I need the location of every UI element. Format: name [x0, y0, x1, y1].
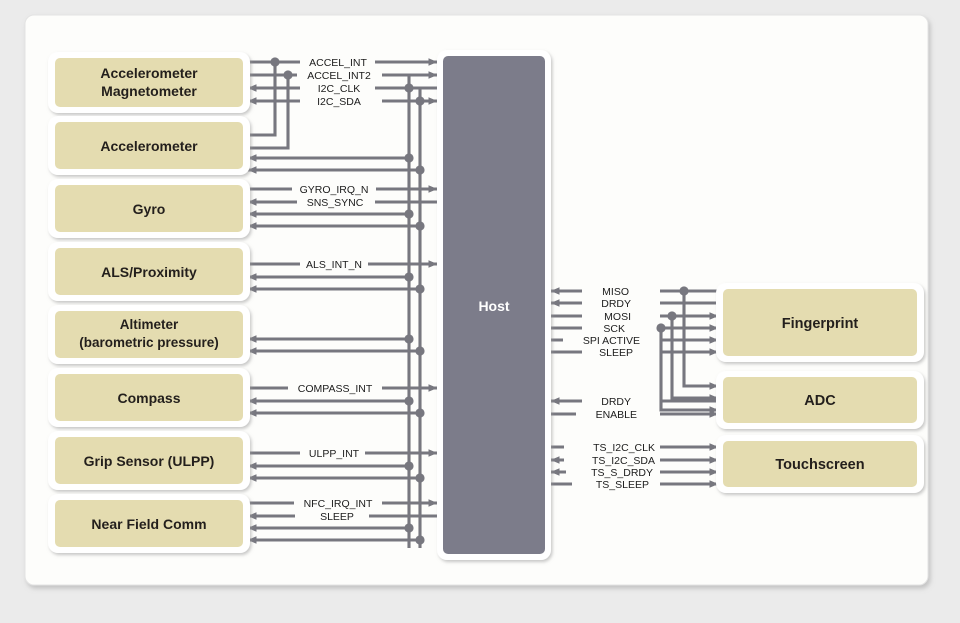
block-altimeter[interactable]: Altimeter (barometric pressure) — [48, 305, 250, 364]
block-label: Near Field Comm — [91, 516, 206, 532]
block-label: Accelerometer — [100, 138, 198, 154]
block-als-proximity[interactable]: ALS/Proximity — [48, 242, 250, 301]
block-host[interactable]: Host — [437, 50, 551, 560]
host-label: Host — [478, 298, 509, 314]
signal-label-nfc-irq-int: NFC_IRQ_INT — [304, 498, 373, 510]
signal-label-gyro-irq-n: GYRO_IRQ_N — [300, 184, 369, 196]
block-grip-sensor-ulpp[interactable]: Grip Sensor (ULPP) — [48, 431, 250, 490]
signal-label-spi-sleep: SLEEP — [599, 347, 633, 359]
block-adc[interactable]: ADC — [716, 371, 924, 429]
block-diagram: ACCEL_INT ACCEL_INT2 I2C_CLK I2C_SDA GYR… — [0, 0, 960, 623]
signal-label-ts-i2c-sda: TS_I2C_SDA — [592, 455, 655, 467]
signal-label-accel-int2: ACCEL_INT2 — [307, 70, 371, 82]
signal-label-ts-i2c-clk: TS_I2C_CLK — [593, 442, 655, 454]
block-label-line1: Altimeter — [120, 317, 179, 332]
signal-label-i2c-sda: I2C_SDA — [317, 96, 361, 108]
block-label: Compass — [117, 390, 180, 406]
signal-label-ts-s-drdy: TS_S_DRDY — [591, 467, 653, 479]
block-label-line1: Accelerometer — [100, 65, 198, 81]
right-block-column: Fingerprint ADC Touchscreen — [716, 283, 924, 493]
signal-label-sck: SCK — [603, 323, 625, 335]
block-label: Grip Sensor (ULPP) — [84, 453, 215, 469]
signal-label-accel-int: ACCEL_INT — [309, 57, 367, 69]
signal-label-ts-sleep: TS_SLEEP — [596, 479, 649, 491]
block-accelerometer-magnetometer[interactable]: Accelerometer Magnetometer — [48, 52, 250, 113]
block-touchscreen[interactable]: Touchscreen — [716, 435, 924, 493]
block-compass[interactable]: Compass — [48, 368, 250, 427]
signal-label-miso: MISO — [602, 286, 629, 298]
signal-label-als-int-n: ALS_INT_N — [306, 259, 362, 271]
block-gyro[interactable]: Gyro — [48, 179, 250, 238]
signal-label-mosi: MOSI — [604, 311, 631, 323]
signal-label-drdy: DRDY — [601, 298, 631, 310]
block-label: ADC — [804, 393, 836, 409]
block-label: Gyro — [133, 201, 166, 217]
signal-label-i2c-clk: I2C_CLK — [318, 83, 361, 95]
block-accelerometer[interactable]: Accelerometer — [48, 116, 250, 175]
diagram-canvas: ACCEL_INT ACCEL_INT2 I2C_CLK I2C_SDA GYR… — [0, 0, 960, 623]
signal-label-ulpp-int: ULPP_INT — [309, 448, 360, 460]
block-near-field-comm[interactable]: Near Field Comm — [48, 494, 250, 553]
signal-label-adc-drdy: DRDY — [601, 396, 631, 408]
signal-label-compass-int: COMPASS_INT — [298, 383, 373, 395]
block-label-line2: (barometric pressure) — [79, 335, 219, 350]
signal-label-adc-enable: ENABLE — [596, 409, 637, 421]
block-label: ALS/Proximity — [101, 264, 197, 280]
block-label: Fingerprint — [782, 316, 859, 332]
block-label: Touchscreen — [775, 457, 864, 473]
block-fingerprint[interactable]: Fingerprint — [716, 283, 924, 362]
signal-label-spi-active: SPI ACTIVE — [583, 335, 640, 347]
signal-label-sns-sync: SNS_SYNC — [307, 197, 364, 209]
block-label-line2: Magnetometer — [101, 83, 197, 99]
signal-label-nfc-sleep: SLEEP — [320, 511, 354, 523]
